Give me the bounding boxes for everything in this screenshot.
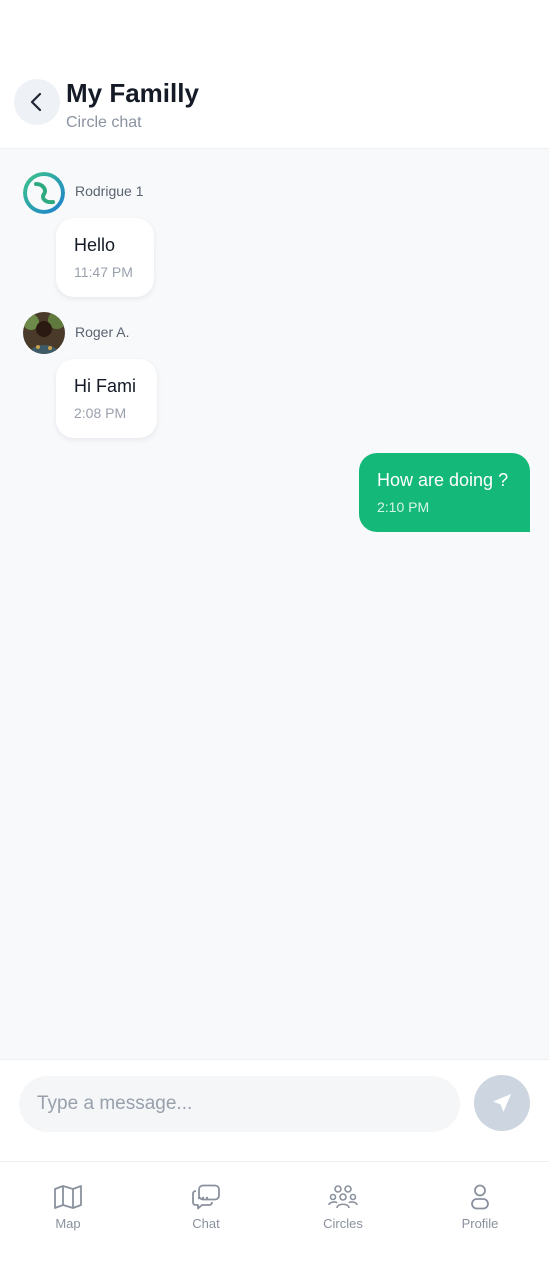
bottom-nav: Map Chat Circles Profile — [0, 1161, 549, 1281]
nav-label: Map — [55, 1216, 81, 1231]
message-text: How are doing ? — [377, 470, 509, 490]
message-text: Hello — [74, 235, 116, 255]
message-input[interactable] — [19, 1076, 460, 1132]
nav-item-map[interactable]: Map — [18, 1184, 118, 1244]
message-text: Hi Fami — [74, 376, 136, 396]
message-time: 2:10 PM — [377, 499, 430, 515]
message-bubble-incoming[interactable]: Hi Fami 2:08 PM — [56, 359, 157, 438]
nav-item-circles[interactable]: Circles — [293, 1184, 393, 1244]
chevron-left-icon — [30, 92, 42, 112]
message-time: 11:47 PM — [74, 264, 133, 280]
page-subtitle: Circle chat — [66, 114, 142, 131]
chat-header: My Familly Circle chat — [0, 0, 549, 149]
map-icon — [54, 1185, 82, 1209]
nav-item-profile[interactable]: Profile — [430, 1184, 530, 1244]
nav-label: Chat — [192, 1216, 220, 1231]
send-icon — [493, 1094, 511, 1112]
send-button[interactable] — [474, 1075, 530, 1131]
message-bubble-incoming[interactable]: Hello 11:47 PM — [56, 218, 154, 297]
message-composer — [0, 1059, 549, 1162]
message-time: 2:08 PM — [74, 405, 127, 421]
message-bubble-outgoing[interactable]: How are doing ? 2:10 PM — [359, 453, 530, 532]
photo-avatar[interactable] — [23, 312, 65, 354]
chat-icon — [192, 1184, 220, 1210]
profile-icon — [471, 1184, 489, 1210]
sender-name: Roger A. — [75, 324, 130, 340]
nav-item-chat[interactable]: Chat — [156, 1184, 256, 1244]
app-logo-avatar[interactable] — [23, 172, 65, 214]
circles-icon — [328, 1185, 358, 1209]
nav-label: Circles — [323, 1216, 363, 1231]
nav-label: Profile — [461, 1216, 499, 1231]
sender-name: Rodrigue 1 — [75, 183, 144, 199]
message-list[interactable]: Rodrigue 1 Hello 11:47 PM Roger A. Hi Fa… — [0, 149, 549, 1059]
back-button[interactable] — [14, 79, 60, 125]
page-title: My Familly — [66, 78, 199, 108]
